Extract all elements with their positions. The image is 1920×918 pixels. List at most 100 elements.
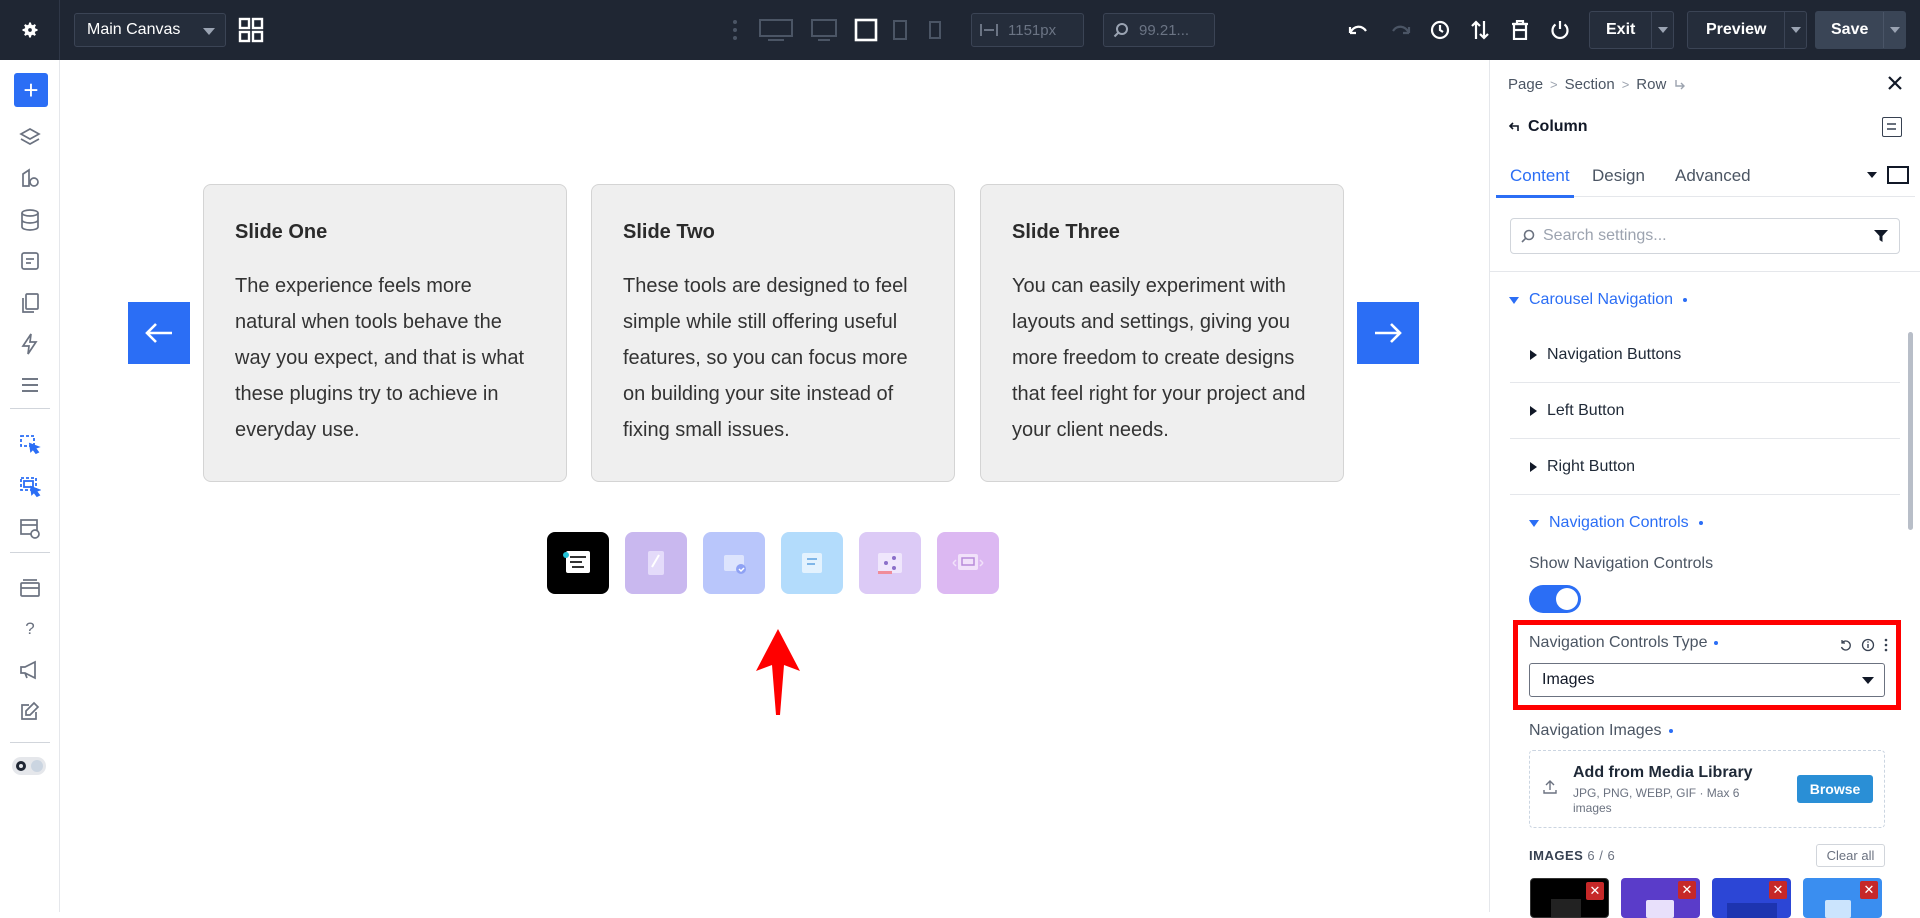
chevron-down-icon [203,28,215,35]
zoom-field[interactable]: 99.21... [1103,13,1215,47]
sidebar-divider [10,742,50,743]
preview-button[interactable]: Preview [1687,11,1808,49]
slide-title: Slide Two [623,221,715,243]
add-element-button[interactable]: + [14,73,48,107]
thumbnail-image-icon [952,554,984,570]
undo-icon[interactable] [1347,18,1371,42]
list-settings-icon[interactable] [18,373,42,397]
close-panel-icon[interactable] [1886,74,1904,92]
more-vertical-icon[interactable] [731,18,739,47]
image-tile[interactable]: ✕ [1712,878,1791,918]
phone-icon[interactable] [928,18,942,47]
navigation-controls-type-select[interactable]: Images [1529,663,1885,697]
nav-thumbnail[interactable] [859,532,921,594]
image-tile[interactable]: ✕ [1530,878,1609,918]
breadcrumb-row[interactable]: Row [1636,76,1666,93]
image-tile[interactable]: ✕ [1621,878,1700,918]
layout-toggle-icon[interactable] [1882,117,1902,137]
remove-image-icon[interactable]: ✕ [1586,882,1604,900]
redo-icon[interactable] [1388,18,1412,42]
search-icon [1521,229,1535,243]
slide-body: These tools are designed to feel simple … [623,275,908,441]
browse-button[interactable]: Browse [1797,775,1873,803]
media-upload-zone[interactable]: Add from Media Library JPG, PNG, WEBP, G… [1529,750,1885,828]
more-vertical-icon[interactable] [1884,638,1888,652]
canvas-width-field[interactable]: 1151px [971,13,1084,47]
layout-preview-icon[interactable] [18,517,42,541]
upload-subtitle: JPG, PNG, WEBP, GIF · Max 6 images [1573,786,1740,815]
panel-scrollbar[interactable] [1908,332,1913,530]
view-box-icon[interactable] [1887,166,1909,184]
upload-icon [1543,780,1557,794]
carousel-prev-arrow[interactable] [128,302,190,364]
thumbnail-image-icon [878,553,902,574]
multi-select-cursor-icon[interactable] [18,475,42,499]
exit-button[interactable]: Exit [1589,11,1675,49]
help-icon[interactable]: ? [18,617,42,641]
remove-image-icon[interactable]: ✕ [1769,881,1787,899]
desktop-wide-icon[interactable] [758,18,794,47]
layers-icon[interactable] [18,125,42,149]
power-icon[interactable] [1548,18,1572,42]
slide-title: Slide Three [1012,221,1120,243]
nav-thumbnail[interactable] [703,532,765,594]
grid-icon[interactable] [238,17,264,43]
info-icon[interactable] [1861,638,1875,652]
nav-thumbnail[interactable] [625,532,687,594]
group-navigation-controls[interactable]: Navigation Controls [1529,514,1703,532]
cards-icon[interactable] [18,576,42,600]
style-brush-icon[interactable] [18,166,42,190]
save-dropdown-icon[interactable] [1883,12,1905,48]
preview-dropdown-icon[interactable] [1784,12,1806,48]
navigation-controls-type-value: Images [1542,671,1595,688]
pages-icon[interactable] [18,291,42,315]
laptop-icon[interactable] [854,18,878,47]
group-right-button[interactable]: Right Button [1530,458,1635,476]
nav-thumbnail[interactable] [547,532,609,594]
red-arrow-annotation [754,627,802,722]
view-dropdown-icon[interactable] [1867,172,1877,178]
tab-design[interactable]: Design [1592,166,1645,186]
tab-advanced[interactable]: Advanced [1675,166,1751,186]
settings-gear-icon[interactable] [0,0,60,60]
reset-icon[interactable] [1839,639,1852,652]
carousel-next-arrow[interactable] [1357,302,1419,364]
tablet-icon[interactable] [892,18,908,47]
group-left-button[interactable]: Left Button [1530,402,1624,420]
save-button[interactable]: Save [1815,11,1907,49]
form-icon[interactable] [18,249,42,273]
back-arrow-icon[interactable] [1508,121,1520,133]
sort-arrows-icon[interactable] [1468,18,1492,42]
trash-icon[interactable] [1508,18,1532,42]
navigation-images-label: Navigation Images [1529,722,1673,740]
group-carousel-navigation[interactable]: Carousel Navigation [1509,291,1688,309]
modified-dot [1698,521,1703,525]
theme-toggle[interactable] [12,757,46,775]
field-actions [1839,638,1888,652]
image-tile[interactable]: ✕ [1803,878,1882,918]
nav-thumbnail[interactable] [937,532,999,594]
nav-thumbnail[interactable] [781,532,843,594]
lightning-icon[interactable] [18,332,42,356]
element-title-label: Column [1528,118,1588,135]
tab-content[interactable]: Content [1510,166,1570,186]
row-divider [1510,494,1900,495]
filter-icon[interactable] [1873,228,1889,244]
breadcrumb-page[interactable]: Page [1508,76,1543,93]
remove-image-icon[interactable]: ✕ [1678,881,1696,899]
group-navigation-buttons[interactable]: Navigation Buttons [1530,346,1681,364]
show-navigation-controls-toggle[interactable] [1529,585,1581,613]
clear-all-button[interactable]: Clear all [1816,844,1885,867]
select-cursor-icon[interactable] [18,433,42,457]
exit-dropdown-icon[interactable] [1651,12,1673,48]
history-clock-icon[interactable] [1428,18,1452,42]
desktop-icon[interactable] [810,18,838,47]
search-settings-input[interactable]: Search settings... [1510,218,1900,254]
database-icon[interactable] [18,208,42,232]
remove-image-icon[interactable]: ✕ [1860,881,1878,899]
carousel-slide: Slide One The experience feels more natu… [203,184,567,482]
edit-icon[interactable] [18,699,42,723]
canvas-select[interactable]: Main Canvas [74,13,226,47]
breadcrumb-section[interactable]: Section [1565,76,1615,93]
megaphone-icon[interactable] [18,658,42,682]
